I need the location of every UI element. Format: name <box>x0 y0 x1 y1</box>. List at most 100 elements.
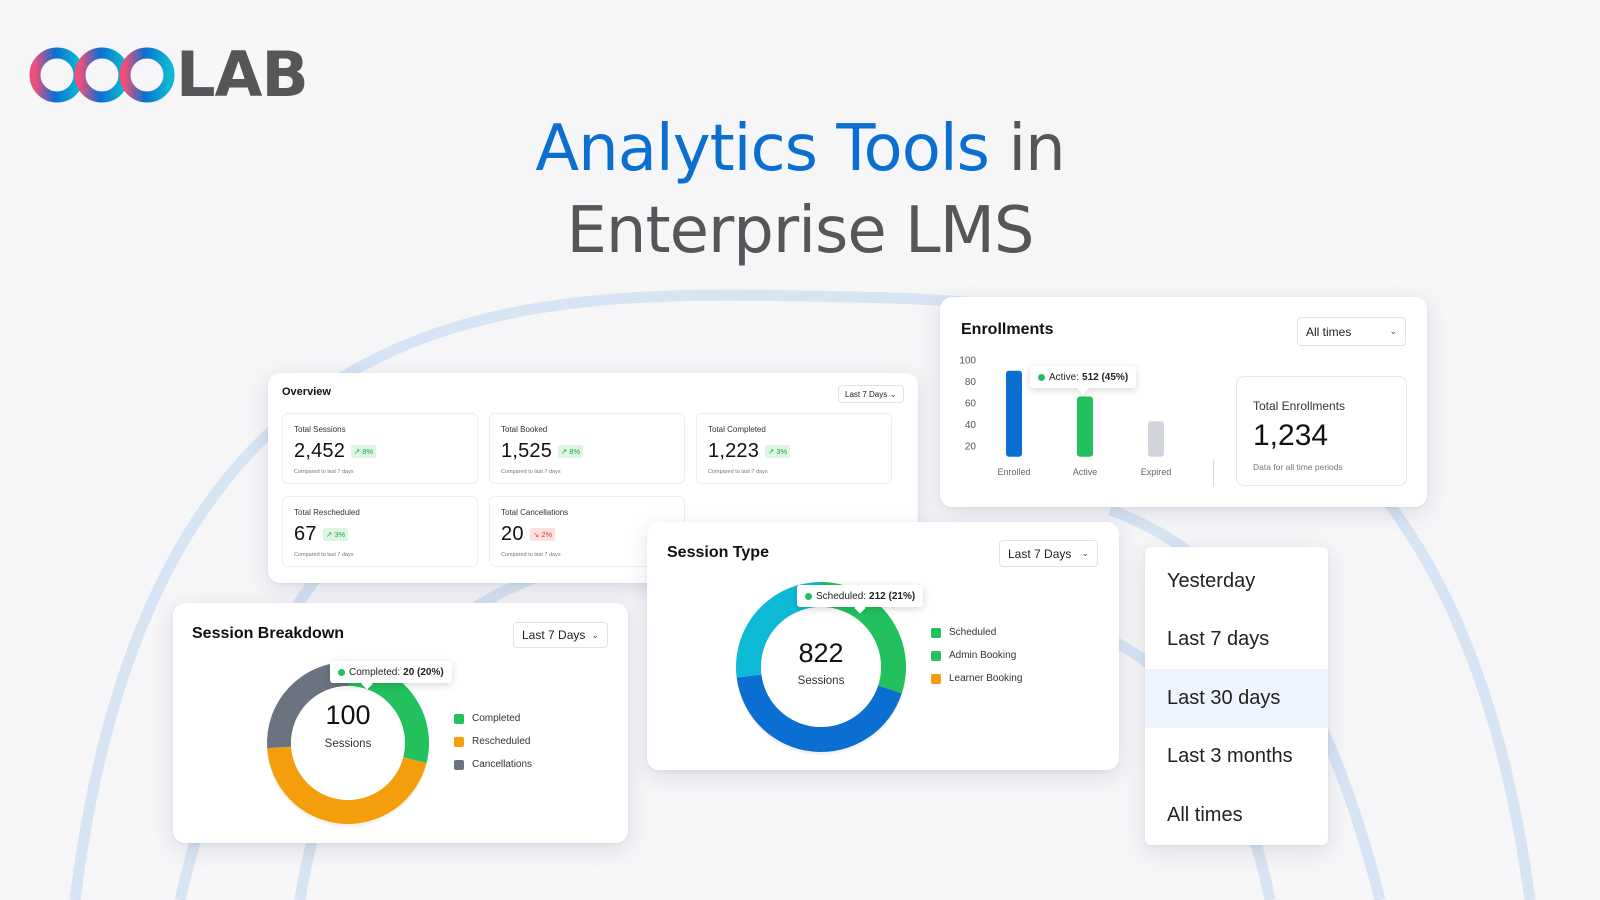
stat-value: 1,525 <box>501 440 553 462</box>
session-type-legend: Scheduled Admin Booking Learner Booking <box>931 621 1022 690</box>
tooltip-dot <box>1038 373 1045 381</box>
y-tick-label: 40 <box>965 420 977 431</box>
stat-label: Total Cancellations <box>501 508 569 517</box>
stat-note: Compared to last 7 days <box>501 552 561 558</box>
legend-item: Admin Booking <box>931 644 1022 667</box>
legend-swatch <box>931 650 941 661</box>
headline-line2: Enterprise LMS <box>566 194 1034 268</box>
session-type-donut <box>736 582 906 755</box>
session-breakdown-tooltip: Completed: 20 (20%) <box>330 661 452 683</box>
stat-card: Total Booked 1,525 ↗ 8% Compared to last 7 … <box>489 413 685 484</box>
stat-note: Compared to last 7 days <box>501 469 561 475</box>
x-tick-label: Enrolled <box>997 467 1030 477</box>
tooltip-value: 20 (20%) <box>403 666 444 678</box>
stat-value: 20 <box>501 523 524 545</box>
stat-card: Total Completed 1,223 ↗ 3% Compared to last… <box>696 413 892 484</box>
session-type-center-label: Sessions <box>797 675 845 687</box>
x-tick-label: Active <box>1073 467 1098 477</box>
enrollments-range-select[interactable]: All times ⌄ <box>1297 317 1406 346</box>
x-tick-label: Expired <box>1141 467 1172 477</box>
legend-item: Cancellations <box>454 753 532 776</box>
stat-label: Total Completed <box>708 425 766 434</box>
legend-swatch <box>454 713 464 724</box>
menu-option[interactable]: Last 7 days <box>1145 611 1328 670</box>
legend-item: Learner Booking <box>931 667 1022 690</box>
menu-option[interactable]: Yesterday <box>1145 552 1328 611</box>
stat-value: 2,452 <box>294 440 346 462</box>
headline-line1-rest: in <box>988 112 1065 186</box>
tooltip-value: 512 (45%) <box>1082 371 1129 383</box>
stat-label: Total Sessions <box>294 425 346 434</box>
legend-label: Rescheduled <box>472 736 531 747</box>
stat-value: 1,223 <box>708 440 760 462</box>
arrow-up-right-icon: ↗ <box>561 447 568 456</box>
stat-change-value: 8% <box>569 447 581 456</box>
bar-expired[interactable] <box>1148 421 1164 457</box>
total-enrollments-box: Total Enrollments 1,234 Data for all tim… <box>1236 376 1407 486</box>
legend-label: Learner Booking <box>949 673 1023 684</box>
overview-range-value: Last 7 Days <box>845 389 888 399</box>
arrow-up-right-icon: ↗ <box>768 447 775 456</box>
stat-change-badge: ↗ 8% <box>351 445 377 458</box>
tooltip-label: Active: <box>1049 371 1080 383</box>
stat-change-badge: ↘ 2% <box>530 528 556 541</box>
brand-logo: LAB <box>28 38 309 111</box>
total-enrollments-value: 1,234 <box>1253 419 1329 452</box>
legend-item: Completed <box>454 707 532 730</box>
legend-swatch <box>931 673 941 684</box>
overview-range-select[interactable]: Last 7 Days ⌄ <box>838 385 904 403</box>
total-enrollments-note: Data for all time periods <box>1253 462 1343 472</box>
menu-option[interactable]: Last 30 days <box>1145 669 1328 728</box>
tooltip-label: Completed: <box>349 666 401 678</box>
y-tick-label: 100 <box>959 356 976 367</box>
arrow-up-right-icon: ↗ <box>354 447 361 456</box>
legend-item: Rescheduled <box>454 730 532 753</box>
logo-text: LAB <box>176 38 309 111</box>
legend-item: Scheduled <box>931 621 1022 644</box>
bar-enrolled[interactable] <box>1006 370 1022 457</box>
menu-option[interactable]: All times <box>1145 786 1328 845</box>
logo-rings-icon <box>29 47 175 103</box>
legend-label: Scheduled <box>949 627 997 638</box>
enrollments-range-value: All times <box>1306 324 1352 339</box>
legend-swatch <box>931 627 941 638</box>
stat-change-value: 8% <box>362 447 374 456</box>
session-type-center-value: 822 <box>798 638 844 668</box>
tooltip-label: Scheduled: <box>816 590 867 602</box>
session-breakdown-center-label: Sessions <box>324 738 372 750</box>
overview-title: Overview <box>282 386 331 398</box>
menu-option[interactable]: Last 3 months <box>1145 728 1328 787</box>
enrollments-bar-chart: 20 40 60 80 100 Enrolled Active Expired <box>959 356 1172 478</box>
legend-label: Completed <box>472 713 521 724</box>
stat-label: Total Booked <box>501 425 548 434</box>
stat-change-value: 2% <box>541 530 553 539</box>
session-breakdown-legend: Completed Rescheduled Cancellations <box>454 707 532 776</box>
stat-change-badge: ↗ 3% <box>323 528 349 541</box>
legend-label: Cancellations <box>472 759 533 770</box>
y-tick-label: 20 <box>965 442 977 453</box>
enrollments-tooltip: Active: 512 (45%) <box>1030 366 1137 388</box>
stat-change-value: 3% <box>334 530 346 539</box>
stat-note: Compared to last 7 days <box>294 469 354 475</box>
chevron-down-icon: ⌄ <box>889 388 897 399</box>
stat-card: Total Sessions 2,452 ↗ 8% Compared to last … <box>282 413 478 484</box>
stat-change-badge: ↗ 8% <box>558 445 584 458</box>
bar-active[interactable] <box>1077 396 1093 457</box>
legend-swatch <box>454 736 464 747</box>
chart-divider <box>1213 460 1214 486</box>
session-breakdown-donut <box>267 662 429 827</box>
stat-change-value: 3% <box>776 447 788 456</box>
arrow-down-right-icon: ↘ <box>533 530 540 539</box>
enrollments-card: Enrollments All times ⌄ 20 40 60 80 100 Enrol… <box>940 297 1427 507</box>
tooltip-dot <box>805 592 812 600</box>
headline-accent: Analytics Tools <box>535 112 990 186</box>
stat-change-badge: ↗ 3% <box>765 445 791 458</box>
y-tick-label: 60 <box>965 399 977 410</box>
tooltip-dot <box>338 668 345 676</box>
session-type-tooltip: Scheduled: 212 (21%) <box>797 585 924 607</box>
page-headline: Analytics Tools in Enterprise LMS <box>0 108 1600 272</box>
stat-note: Compared to last 7 days <box>708 469 768 475</box>
arrow-up-right-icon: ↗ <box>326 530 333 539</box>
session-breakdown-center-value: 100 <box>325 700 371 730</box>
stat-label: Total Rescheduled <box>294 508 360 517</box>
